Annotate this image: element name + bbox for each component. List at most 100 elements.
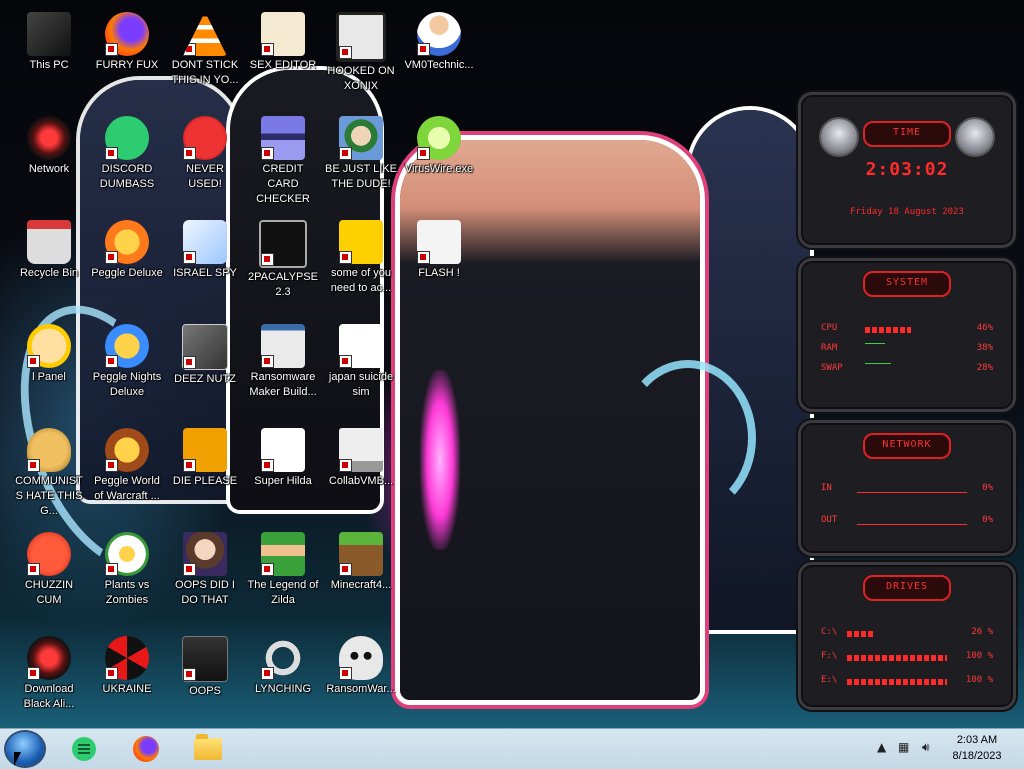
shortcut-arrow-icon (183, 459, 196, 472)
desktop-icon[interactable]: Download Black Ali... (10, 628, 88, 724)
time-widget-title: TIME (863, 121, 951, 147)
firefox-icon (133, 736, 159, 762)
desktop-icon-label: Ransomware Maker Build... (249, 371, 317, 398)
drive-f-label: F:\ (821, 651, 838, 661)
desktop-icon-label: DONT STICK THIS IN YO... (171, 59, 239, 86)
desktop-icon[interactable]: japan suicide sim (322, 316, 400, 412)
desktop-icon[interactable]: COMMUNISTS HATE THIS G... (10, 420, 88, 517)
show-hidden-icons-chevron-icon[interactable]: ▲ (877, 740, 886, 754)
desktop-icon[interactable]: l Panel (10, 316, 88, 412)
desktop-icon-label: This PC (29, 59, 69, 71)
desktop-icon[interactable]: LYNCHING (244, 628, 322, 724)
drive-c-value: 26 % (971, 627, 993, 637)
desktop-icon-label: Download Black Ali... (23, 683, 75, 710)
desktop-icon-label: l Panel (32, 371, 66, 383)
network-in-label: IN (821, 483, 832, 493)
desktop-icon-label: VM0Technic... (404, 59, 474, 71)
wallpaper-energy-arc-right (620, 360, 756, 516)
desktop-icon[interactable]: RansomWar... (322, 628, 400, 724)
time-widget: TIME 2:03:02 Friday 18 August 2023 (798, 92, 1016, 248)
desktop-icon[interactable]: HOOKED ON XONIX (322, 4, 400, 100)
dark-file-icon (182, 636, 228, 682)
cpu-value: 46% (976, 323, 993, 333)
drives-widget-title: DRIVES (863, 575, 951, 601)
desktop-icon[interactable]: DISCORD DUMBASS (88, 108, 166, 204)
desktop-icon[interactable]: some of you need to ac... (322, 212, 400, 308)
wallpaper-pink-saber (420, 370, 460, 550)
peggle-wow-icon (105, 428, 149, 472)
desktop-icon[interactable]: Minecraft4... (322, 524, 400, 620)
desktop-icon[interactable]: This PC (10, 4, 88, 100)
shortcut-arrow-icon (339, 251, 352, 264)
taskbar-clock[interactable]: 2:03 AM 8/18/2023 (942, 732, 1012, 764)
desktop-icon[interactable]: Recycle Bin (10, 212, 88, 308)
ram-row: RAM 38% (821, 343, 993, 357)
desktop-icon[interactable]: The Legend of Zilda (244, 524, 322, 620)
desktop-icon-label: CHUZZIN CUM (24, 579, 74, 606)
peggle-icon (105, 220, 149, 264)
desktop-icon[interactable]: CollabVMB... (322, 420, 400, 516)
shortcut-arrow-icon (105, 667, 118, 680)
time-widget-date: Friday 18 August 2023 (850, 207, 964, 217)
vlc-cone-icon (183, 12, 227, 56)
shortcut-arrow-icon (27, 667, 40, 680)
desktop-icon[interactable]: Ransomware Maker Build... (244, 316, 322, 412)
desktop-icon[interactable]: BE JUST LIKE THE DUDE! (322, 108, 400, 204)
desktop-icon[interactable]: OOPS (166, 628, 244, 724)
shortcut-arrow-icon (339, 46, 352, 59)
clock-time: 2:03 AM (956, 734, 998, 746)
ram-value: 38% (976, 343, 993, 353)
volume-icon[interactable]: 🔊︎ (922, 740, 930, 755)
desktop-icon[interactable]: DEEZ NUTZ (166, 316, 244, 412)
desktop-icon[interactable]: SEX EDITOR (244, 4, 322, 100)
desktop-icon-label: OOPS (189, 685, 221, 697)
taskbar-notes-app-button[interactable] (64, 733, 104, 765)
taskbar-firefox-button[interactable] (126, 733, 166, 765)
alienware-network-icon (27, 116, 71, 160)
desktop-icon[interactable]: FLASH ! (400, 212, 478, 308)
shortcut-arrow-icon (105, 147, 118, 160)
desktop-icon[interactable]: NEVER USED! (166, 108, 244, 204)
shortcut-arrow-icon (417, 147, 430, 160)
drive-e-label: E:\ (821, 675, 838, 685)
desktop-icon[interactable]: UKRAINE (88, 628, 166, 724)
drive-f-row: F:\ 100 % (821, 651, 993, 665)
taskbar-file-explorer-button[interactable] (188, 733, 228, 765)
ram-label: RAM (821, 343, 838, 353)
desktop-icon[interactable]: DIE PLEASE (166, 420, 244, 516)
swap-value: 28% (976, 363, 993, 373)
desktop-icon[interactable]: ISRAEL SPY (166, 212, 244, 308)
desktop-icon-label: UKRAINE (102, 683, 152, 695)
desktop-icon[interactable]: Super Hilda (244, 420, 322, 516)
desktop-icon-label: ISRAEL SPY (173, 267, 237, 279)
desktop-icon[interactable]: VM0Technic... (400, 4, 478, 100)
desktop-icon[interactable]: FURRY FUX (88, 4, 166, 100)
desktop-icon-label: Peggle Deluxe (91, 267, 163, 279)
desktop-icon[interactable]: Network (10, 108, 88, 204)
desktop-icon[interactable]: Peggle Nights Deluxe (88, 316, 166, 412)
desktop-icon[interactable]: Peggle World of Warcraft ... (88, 420, 166, 516)
desktop-icon[interactable]: Plants vs Zombies (88, 524, 166, 620)
document-icon (339, 324, 383, 368)
shortcut-arrow-icon (183, 668, 196, 681)
drive-c-bar (847, 631, 947, 637)
desktop-icon[interactable]: CREDIT CARD CHECKER (244, 108, 322, 205)
desktop-icon[interactable]: 2PACALYPSE 2.3 (244, 212, 322, 308)
desktop-icon[interactable]: DONT STICK THIS IN YO... (166, 4, 244, 100)
desktop-icon[interactable]: VirusWire.exe (400, 108, 478, 204)
desktop-icon[interactable]: OOPS DID I DO THAT (166, 524, 244, 620)
shortcut-arrow-icon (261, 459, 274, 472)
network-status-icon[interactable]: ▦ (898, 740, 909, 754)
desktop-icon-label: DEEZ NUTZ (174, 373, 236, 385)
drive-c-label: C:\ (821, 627, 838, 637)
swap-bar (865, 363, 891, 370)
desktop-icon-label: LYNCHING (254, 683, 312, 695)
drive-e-bar (847, 679, 947, 685)
desktop-icon-label: Super Hilda (254, 475, 312, 487)
flash-document-icon (417, 220, 461, 264)
desktop-icon[interactable]: Peggle Deluxe (88, 212, 166, 308)
clock-date: 8/18/2023 (952, 750, 1002, 762)
system-widget-title: SYSTEM (863, 271, 951, 297)
desktop-icon[interactable]: CHUZZIN CUM (10, 524, 88, 620)
spy-app-icon (183, 220, 227, 264)
